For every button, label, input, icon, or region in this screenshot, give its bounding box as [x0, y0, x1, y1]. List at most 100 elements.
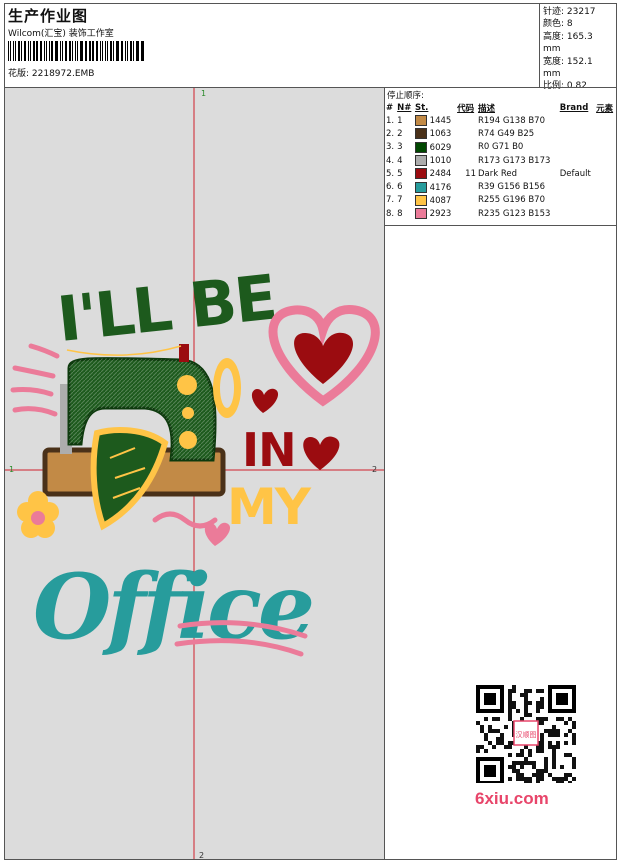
- table-cell: [595, 180, 616, 193]
- small-heart-1: [251, 388, 279, 413]
- stat-row: 高度: 165.3 mm: [543, 31, 613, 56]
- column-header: St.: [414, 102, 429, 113]
- stat-value: 23217: [566, 7, 596, 17]
- table-cell: 2.: [386, 128, 395, 139]
- table-row[interactable]: 4. 4 1010 R173 G173 B173: [385, 154, 616, 167]
- table-cell: [456, 207, 477, 220]
- stitch-cell: 4087: [414, 194, 456, 207]
- table-row[interactable]: 3. 3 6029 R0 G71 B0: [385, 141, 616, 154]
- column-header: 元素: [596, 103, 614, 114]
- column-header: Brand: [559, 102, 589, 113]
- table-row[interactable]: 7. 7 4087 R255 G196 B70: [385, 194, 616, 207]
- table-cell: 4.: [386, 155, 395, 166]
- stat-label: 高度:: [543, 31, 567, 42]
- color-swatch: [414, 155, 427, 167]
- pink-squiggle: [152, 511, 218, 529]
- stat-row: 宽度: 152.1 mm: [543, 56, 613, 81]
- sequence-title: 停止顺序:: [387, 91, 424, 101]
- color-swatch: [414, 208, 427, 220]
- stat-label: 宽度:: [543, 56, 567, 67]
- table-cell: 5: [397, 168, 403, 179]
- table-cell: 3.: [386, 142, 395, 153]
- table-cell: [559, 180, 595, 193]
- table-cell: 5.: [386, 168, 395, 179]
- table-row[interactable]: 5. 5 2484 11 Dark Red Default: [385, 167, 616, 180]
- flower-illustration: [17, 491, 59, 538]
- table-cell: R39 G156 B156: [477, 182, 545, 193]
- text-in: IN: [242, 423, 296, 477]
- marker-left: 1: [9, 465, 14, 474]
- table-row[interactable]: 6. 6 4176 R39 G156 B156: [385, 180, 616, 193]
- table-cell: 1.: [386, 115, 395, 126]
- table-cell: 8: [397, 208, 403, 219]
- stitch-count: 4176: [426, 182, 452, 193]
- table-cell: Dark Red: [477, 168, 518, 179]
- header-panel: 生产作业图 Wilcom(汇宝) 装饰工作室 花版: 2218972.EMB: [4, 3, 540, 88]
- stats-panel: 针迹: 23217 颜色: 8 高度: 165.3 mm 宽度: 152.1 mm 比例…: [539, 3, 617, 91]
- color-sequence-panel: 停止顺序: # N# St. 代码 描述 Brand 元素 1. 1 1445 R194 G13…: [384, 87, 617, 226]
- stitch-count: 1445: [426, 116, 452, 127]
- stat-row: 颜色: 8: [543, 18, 613, 30]
- marker-right: 2: [372, 465, 377, 474]
- table-cell: 3: [397, 142, 403, 153]
- table-cell: R255 G196 B70: [477, 195, 545, 206]
- stitch-count: 2923: [426, 209, 452, 220]
- color-swatch: [414, 141, 427, 153]
- stitch-cell: 1010: [414, 154, 456, 167]
- table-cell: [456, 180, 477, 193]
- table-row[interactable]: 2. 2 1063 R74 G49 B25: [385, 127, 616, 140]
- table-cell: [595, 127, 616, 140]
- table-cell: [456, 127, 477, 140]
- table-cell: R74 G49 B25: [477, 128, 535, 139]
- studio-name: Wilcom(汇宝) 装饰工作室: [8, 29, 114, 39]
- table-cell: [559, 207, 595, 220]
- table-cell: 6: [397, 182, 403, 193]
- color-sequence-table: # N# St. 代码 描述 Brand 元素 1. 1 1445 R194 G138 B70 2…: [385, 101, 616, 220]
- table-cell: [559, 154, 595, 167]
- table-cell: [595, 207, 616, 220]
- marker-top: 1: [201, 89, 206, 98]
- stitch-cell: 1445: [414, 114, 456, 127]
- table-cell: [559, 194, 595, 207]
- page-title: 生产作业图: [8, 7, 89, 25]
- table-row[interactable]: 1. 1 1445 R194 G138 B70: [385, 114, 616, 127]
- column-header: 描述: [477, 103, 495, 114]
- stitch-cell: 2923: [414, 207, 456, 220]
- qr-stamp: 汉顺图: [516, 731, 537, 739]
- table-cell: R173 G173 B173: [477, 155, 551, 166]
- stitch-count: 2484: [426, 169, 452, 180]
- marker-bottom: 2: [199, 851, 204, 860]
- stat-label: 颜色:: [543, 19, 567, 30]
- color-swatch: [414, 181, 427, 193]
- small-heart-2: [303, 436, 340, 470]
- design-canvas[interactable]: 1 2 1 2 I'LL BE IN MY Office: [4, 87, 385, 860]
- table-cell: [456, 141, 477, 154]
- stitch-cell: 6029: [414, 141, 456, 154]
- table-row[interactable]: 8. 8 2923 R235 G123 B153: [385, 207, 616, 220]
- small-heart-pink: [204, 522, 231, 546]
- table-cell: [456, 194, 477, 207]
- table-cell: 7.: [386, 195, 395, 206]
- stitch-cell: 1063: [414, 127, 456, 140]
- table-cell: 6.: [386, 182, 395, 193]
- stitch-count: 1063: [426, 129, 452, 140]
- stitch-count: 6029: [426, 142, 452, 153]
- text-ill-be: I'LL BE: [54, 261, 279, 356]
- stitch-count: 1010: [426, 156, 452, 167]
- color-swatch: [414, 194, 427, 206]
- stat-value: 8: [566, 19, 573, 30]
- table-cell: 8.: [386, 208, 395, 219]
- column-header: #: [386, 102, 394, 113]
- sewing-machine-illustration: [42, 344, 241, 531]
- table-cell: [595, 194, 616, 207]
- table-cell: [559, 127, 595, 140]
- column-header: N#: [397, 102, 412, 113]
- stitch-cell: 2484: [414, 167, 456, 180]
- table-cell: 1: [397, 115, 403, 126]
- table-cell: R0 G71 B0: [477, 142, 524, 153]
- table-cell: [456, 114, 477, 127]
- color-swatch: [414, 115, 427, 127]
- table-cell: Default: [559, 168, 591, 179]
- table-cell: [595, 167, 616, 180]
- table-cell: 11: [465, 168, 476, 179]
